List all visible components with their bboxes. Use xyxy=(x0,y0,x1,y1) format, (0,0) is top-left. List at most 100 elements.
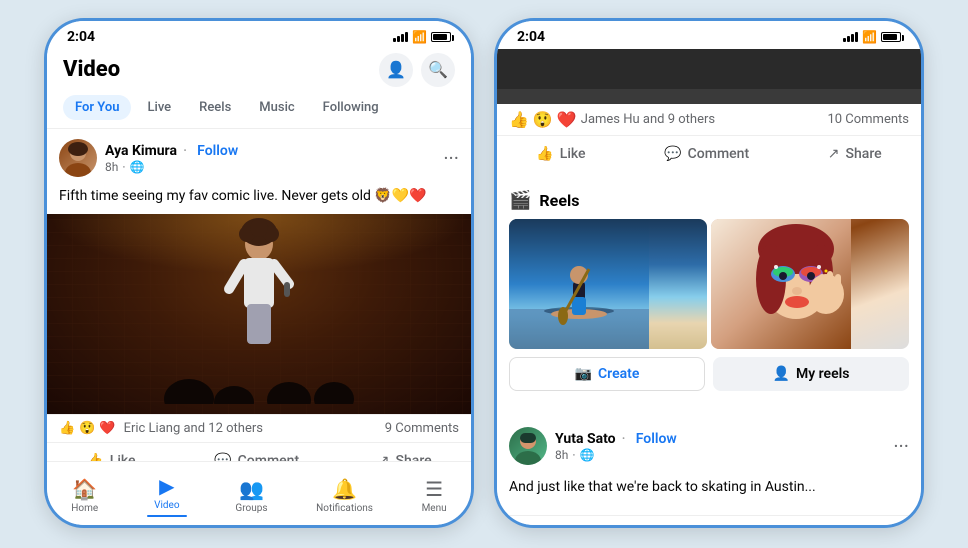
app-header-1: Video 👤 🔍 For You Live Reels Music Follo… xyxy=(47,49,471,129)
action-row-1: 👍 Like 💬 Comment ↗ Share xyxy=(47,442,471,460)
tab-for-you[interactable]: For You xyxy=(63,95,131,120)
like-icon-1: 👍 xyxy=(86,453,103,460)
reaction-emoji-heart: ❤️ xyxy=(99,421,115,436)
post-card-2: Yuta Sato · Follow 8h · 🌐 ··· And just l xyxy=(497,409,921,515)
status-icons-1: 📶 xyxy=(393,30,451,44)
nav-video-1[interactable]: ▶ Video xyxy=(139,470,195,521)
share-button-1[interactable]: ↗ Share xyxy=(366,447,444,460)
battery-icon-2 xyxy=(881,32,901,42)
post-meta-2: 8h · 🌐 xyxy=(555,448,677,462)
nav-home-1[interactable]: 🏠 Home xyxy=(63,473,106,518)
home-icon: 🏠 xyxy=(72,477,97,501)
tab-music[interactable]: Music xyxy=(247,95,306,120)
p2-reaction-heart: ❤️ xyxy=(557,110,577,129)
wifi-icon: 📶 xyxy=(412,30,427,44)
camera-icon: 📷 xyxy=(575,366,592,382)
post-header-2: Yuta Sato · Follow 8h · 🌐 ··· xyxy=(497,417,921,471)
post-text-1: Fifth time seeing my fav comic live. Nev… xyxy=(47,183,471,215)
nav-video-2[interactable]: ▶ Video xyxy=(589,524,645,528)
menu-icon: ☰ xyxy=(425,477,443,501)
video-icon: ▶ xyxy=(159,474,174,498)
status-bar-2: 2:04 📶 xyxy=(497,21,921,49)
post-image-1[interactable] xyxy=(47,214,471,414)
phone-1: 2:04 📶 Video 👤 🔍 xyxy=(44,18,474,528)
p2-reactions-users: James Hu and 9 others xyxy=(581,112,715,127)
nav-groups-1[interactable]: 👥 Groups xyxy=(227,473,275,518)
p2-comment-icon: 💬 xyxy=(664,146,681,162)
p2-like-button[interactable]: 👍 Like xyxy=(524,140,597,168)
notifications-icon: 🔔 xyxy=(332,477,357,501)
profile-icon-button[interactable]: 👤 xyxy=(379,53,413,87)
post-text-2: And just like that we're back to skating… xyxy=(497,471,921,503)
globe-icon-1: 🌐 xyxy=(130,160,145,174)
reels-header: 🎬 Reels xyxy=(497,180,921,219)
share-icon-1: ↗ xyxy=(378,453,390,460)
status-bar-1: 2:04 📶 xyxy=(47,21,471,49)
p2-share-icon: ↗ xyxy=(828,146,840,162)
person-icon: 👤 xyxy=(773,366,790,382)
comment-icon-1: 💬 xyxy=(214,453,231,460)
comments-count-1[interactable]: 9 Comments xyxy=(385,421,459,436)
post-meta-1: 8h · 🌐 xyxy=(105,160,238,174)
reel-thumb-1[interactable] xyxy=(509,219,707,349)
reels-title: Reels xyxy=(539,191,579,210)
post-username-1: Aya Kimura xyxy=(105,143,177,159)
post-header-1: Aya Kimura · Follow 8h · 🌐 ··· xyxy=(47,129,471,183)
tab-following[interactable]: Following xyxy=(311,95,391,120)
p2-reaction-wow: 😲 xyxy=(533,110,553,129)
like-button-1[interactable]: 👍 Like xyxy=(74,447,147,460)
post-username-2: Yuta Sato xyxy=(555,431,616,447)
groups-icon: 👥 xyxy=(239,477,264,501)
p2-comment-button[interactable]: 💬 Comment xyxy=(652,140,761,168)
my-reels-button[interactable]: 👤 My reels xyxy=(713,357,909,391)
p2-like-icon: 👍 xyxy=(536,146,553,162)
reels-section: 🎬 Reels xyxy=(497,180,921,401)
nav-groups-2[interactable]: 👥 Groups xyxy=(677,527,725,528)
reactions-row-1: 👍 😲 ❤️ Eric Liang and 12 others 9 Commen… xyxy=(47,414,471,442)
nav-menu-1[interactable]: ☰ Menu xyxy=(414,473,455,518)
phone-2: 2:04 📶 👍 😲 xyxy=(494,18,924,528)
p2-action-row: 👍 Like 💬 Comment ↗ Share xyxy=(497,135,921,176)
page-title-1: Video xyxy=(63,57,120,82)
globe-icon-2: 🌐 xyxy=(580,448,595,462)
create-reel-button[interactable]: 📷 Create xyxy=(509,357,705,391)
post-card-1: Aya Kimura · Follow 8h · 🌐 ··· xyxy=(47,129,471,461)
status-icons-2: 📶 xyxy=(843,30,901,44)
nav-menu-2[interactable]: ☰ Menu xyxy=(864,527,905,528)
reaction-emoji-wow: 😲 xyxy=(79,421,95,436)
search-icon-button[interactable]: 🔍 xyxy=(421,53,455,87)
reactions-users-1: Eric Liang and 12 others xyxy=(124,421,263,436)
time-1: 2:04 xyxy=(67,29,95,45)
reels-icon: 🎬 xyxy=(509,190,531,211)
p2-reaction-like: 👍 xyxy=(509,110,529,129)
more-options-2[interactable]: ··· xyxy=(893,436,909,456)
reels-actions: 📷 Create 👤 My reels xyxy=(497,357,921,401)
avatar-yuta[interactable] xyxy=(509,427,547,465)
more-options-1[interactable]: ··· xyxy=(443,148,459,168)
tabs-row: For You Live Reels Music Following xyxy=(63,95,455,120)
battery-icon xyxy=(431,32,451,42)
comment-button-1[interactable]: 💬 Comment xyxy=(202,447,311,460)
bottom-nav-1: 🏠 Home ▶ Video 👥 Groups 🔔 Notifications … xyxy=(47,461,471,525)
phone2-reactions-row: 👍 😲 ❤️ James Hu and 9 others 10 Comments xyxy=(497,104,921,135)
p2-comments-count[interactable]: 10 Comments xyxy=(827,112,909,127)
signal-icon xyxy=(393,32,408,42)
reel-thumb-2[interactable] xyxy=(711,219,909,349)
post-image-top[interactable] xyxy=(497,49,921,104)
nav-home-2[interactable]: 🏠 Home xyxy=(513,527,556,528)
tab-reels[interactable]: Reels xyxy=(187,95,243,120)
nav-notifications-2[interactable]: 🔔 Notifications xyxy=(758,527,831,528)
wifi-icon-2: 📶 xyxy=(862,30,877,44)
tab-live[interactable]: Live xyxy=(135,95,183,120)
bottom-nav-2: 🏠 Home ▶ Video 👥 Groups 🔔 Notifications … xyxy=(497,515,921,528)
p2-share-button[interactable]: ↗ Share xyxy=(816,140,894,168)
time-2: 2:04 xyxy=(517,29,545,45)
follow-button-1[interactable]: Follow xyxy=(197,143,238,159)
avatar-aya[interactable] xyxy=(59,139,97,177)
reels-grid xyxy=(497,219,921,357)
nav-notifications-1[interactable]: 🔔 Notifications xyxy=(308,473,381,518)
phone1-content: Aya Kimura · Follow 8h · 🌐 ··· xyxy=(47,129,471,461)
signal-icon-2 xyxy=(843,32,858,42)
reaction-emoji-like: 👍 xyxy=(59,421,75,436)
follow-button-2[interactable]: Follow xyxy=(636,431,677,447)
